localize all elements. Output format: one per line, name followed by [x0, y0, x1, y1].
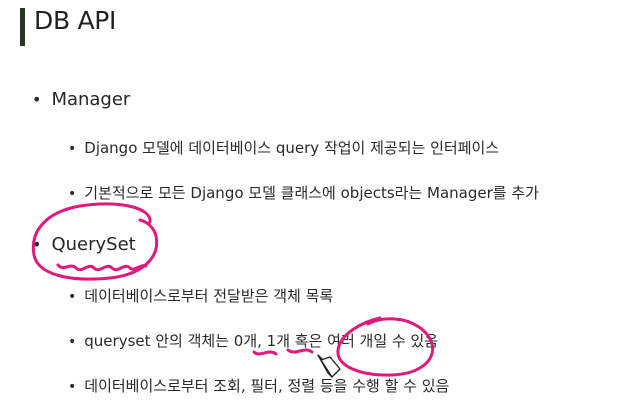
bullet-icon: • [32, 235, 42, 254]
list-item: • queryset 안의 객체는 0개, 1개 혹은 여러 개일 수 있음 [68, 332, 439, 350]
bullet-icon: • [68, 334, 77, 350]
pencil-cursor-icon [317, 354, 341, 378]
list-item: • 데이터베이스로부터 조회, 필터, 정렬 등을 수행 할 수 있음 [68, 377, 450, 395]
list-item: • 기본적으로 모든 Django 모델 클래스에 objects라는 Manag… [68, 184, 539, 202]
bullet-icon: • [32, 90, 42, 109]
section-heading-queryset: • QuerySet [32, 234, 136, 255]
bullet-icon: • [68, 186, 77, 202]
annotation-squiggle-queryset [56, 263, 148, 272]
bullet-icon: • [68, 289, 77, 305]
bullet-icon: • [68, 141, 77, 157]
section-heading-manager: • Manager [32, 89, 131, 110]
list-item: • 데이터베이스로부터 전달받은 객체 목록 [68, 287, 334, 305]
title-accent-bar [20, 8, 25, 46]
annotation-underline-zero [252, 350, 278, 356]
slide: DB API • Manager • Django 모델에 데이터베이스 query… [0, 0, 634, 419]
annotation-layer [31, 202, 435, 378]
slide-title: DB API [34, 6, 117, 35]
list-item: • Django 모델에 데이터베이스 query 작업이 제공되는 인터페이스 [68, 139, 500, 157]
bullet-icon: • [68, 379, 77, 395]
